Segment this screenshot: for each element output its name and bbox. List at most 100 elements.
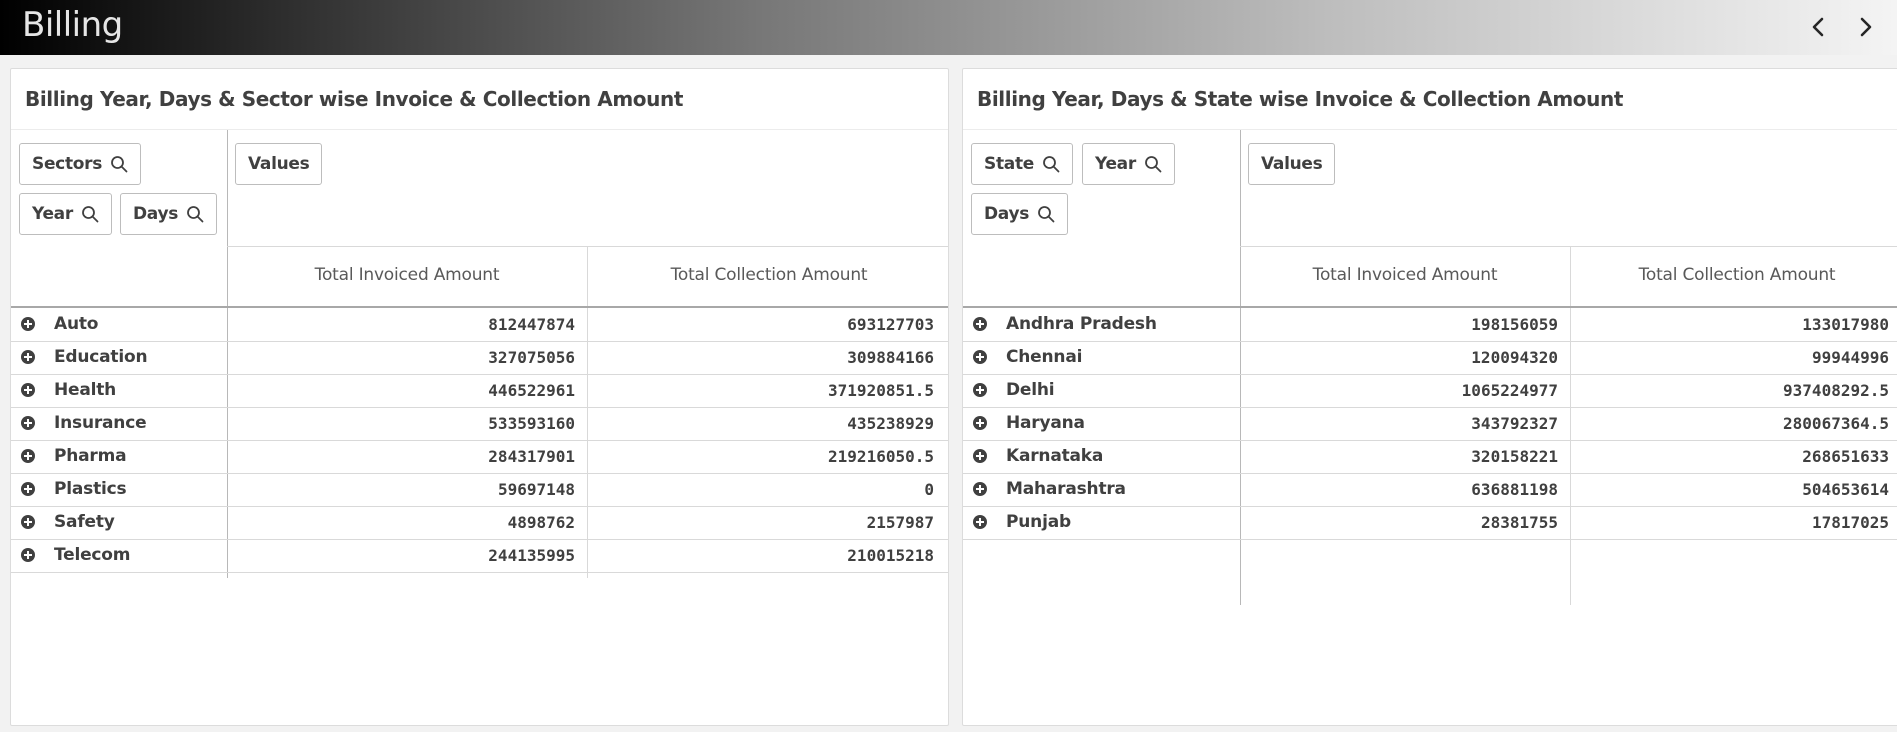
- column-header-total-invoiced[interactable]: Total Invoiced Amount: [1240, 265, 1570, 285]
- row-label[interactable]: Maharashtra: [1006, 479, 1126, 499]
- row-divider: [11, 572, 948, 573]
- collection-amount-cell: 268651633: [1802, 447, 1889, 466]
- table-row[interactable]: Health 446522961 371920851.5: [11, 374, 948, 407]
- invoiced-amount-cell: 327075056: [488, 348, 575, 367]
- panel-title: Billing Year, Days & State wise Invoice …: [977, 87, 1623, 111]
- invoiced-amount-cell: 1065224977: [1461, 381, 1558, 400]
- expand-plus-icon[interactable]: [972, 514, 988, 530]
- invoiced-amount-cell: 120094320: [1471, 348, 1558, 367]
- expand-plus-icon[interactable]: [972, 481, 988, 497]
- divider: [963, 129, 1897, 130]
- invoiced-amount-cell: 320158221: [1471, 447, 1558, 466]
- sector-pivot-table-panel: Billing Year, Days & Sector wise Invoice…: [10, 68, 949, 726]
- chevron-left-icon: [1812, 17, 1824, 37]
- app-title: Billing: [22, 5, 123, 45]
- row-label[interactable]: Punjab: [1006, 512, 1071, 532]
- expand-plus-icon[interactable]: [20, 481, 36, 497]
- values-chip[interactable]: Values: [1248, 143, 1336, 185]
- expand-plus-icon[interactable]: [20, 448, 36, 464]
- chevron-right-icon: [1860, 17, 1872, 37]
- collection-amount-cell: 219216050.5: [828, 447, 934, 466]
- table-row[interactable]: Haryana 343792327 280067364.5: [963, 407, 1897, 440]
- row-label[interactable]: Plastics: [54, 479, 127, 499]
- row-label[interactable]: Telecom: [54, 545, 130, 565]
- values-chip[interactable]: Values: [235, 143, 323, 185]
- table-row[interactable]: Telecom 244135995 210015218: [11, 539, 948, 572]
- sectors-dimension-chip[interactable]: Sectors: [19, 143, 142, 185]
- chip-label: Year: [1095, 154, 1136, 174]
- table-row[interactable]: Andhra Pradesh 198156059 133017980: [963, 308, 1897, 341]
- collection-amount-cell: 2157987: [866, 513, 934, 532]
- expand-plus-icon[interactable]: [972, 448, 988, 464]
- app-header: Billing: [0, 0, 1897, 55]
- chip-label: Days: [984, 204, 1030, 224]
- next-sheet-button[interactable]: [1848, 10, 1884, 44]
- row-label[interactable]: Pharma: [54, 446, 127, 466]
- search-icon[interactable]: [186, 205, 204, 223]
- collection-amount-cell: 133017980: [1802, 315, 1889, 334]
- expand-plus-icon[interactable]: [20, 349, 36, 365]
- collection-amount-cell: 309884166: [847, 348, 934, 367]
- chip-label: Year: [32, 204, 73, 224]
- collection-amount-cell: 435238929: [847, 414, 934, 433]
- expand-plus-icon[interactable]: [972, 316, 988, 332]
- collection-amount-cell: 937408292.5: [1783, 381, 1889, 400]
- chip-label: State: [984, 154, 1034, 174]
- table-row[interactable]: Punjab 28381755 17817025: [963, 506, 1897, 539]
- expand-plus-icon[interactable]: [20, 415, 36, 431]
- invoiced-amount-cell: 4898762: [507, 513, 575, 532]
- table-row[interactable]: Delhi 1065224977 937408292.5: [963, 374, 1897, 407]
- row-label[interactable]: Andhra Pradesh: [1006, 314, 1157, 334]
- table-row[interactable]: Auto 812447874 693127703: [11, 308, 948, 341]
- column-header-total-invoiced[interactable]: Total Invoiced Amount: [227, 265, 587, 285]
- table-row[interactable]: Karnataka 320158221 268651633: [963, 440, 1897, 473]
- row-label[interactable]: Insurance: [54, 413, 147, 433]
- collection-amount-cell: 280067364.5: [1783, 414, 1889, 433]
- table-row[interactable]: Pharma 284317901 219216050.5: [11, 440, 948, 473]
- search-icon[interactable]: [81, 205, 99, 223]
- expand-plus-icon[interactable]: [972, 382, 988, 398]
- expand-plus-icon[interactable]: [972, 415, 988, 431]
- row-label[interactable]: Karnataka: [1006, 446, 1103, 466]
- row-label[interactable]: Auto: [54, 314, 98, 334]
- table-row[interactable]: Maharashtra 636881198 504653614: [963, 473, 1897, 506]
- invoiced-amount-cell: 533593160: [488, 414, 575, 433]
- expand-plus-icon[interactable]: [20, 316, 36, 332]
- expand-plus-icon[interactable]: [20, 514, 36, 530]
- search-icon[interactable]: [110, 155, 128, 173]
- search-icon[interactable]: [1042, 155, 1060, 173]
- chip-label: Values: [248, 154, 310, 174]
- year-dimension-chip[interactable]: Year: [1082, 143, 1175, 185]
- table-row[interactable]: Chennai 120094320 99944996: [963, 341, 1897, 374]
- panel-title: Billing Year, Days & Sector wise Invoice…: [25, 87, 683, 111]
- column-header-total-collection[interactable]: Total Collection Amount: [588, 265, 948, 285]
- row-label[interactable]: Haryana: [1006, 413, 1085, 433]
- row-label[interactable]: Chennai: [1006, 347, 1082, 367]
- state-dimension-chip[interactable]: State: [971, 143, 1073, 185]
- row-label[interactable]: Delhi: [1006, 380, 1055, 400]
- year-dimension-chip[interactable]: Year: [19, 193, 112, 235]
- expand-plus-icon[interactable]: [972, 349, 988, 365]
- invoiced-amount-cell: 244135995: [488, 546, 575, 565]
- table-row[interactable]: Plastics 59697148 0: [11, 473, 948, 506]
- collection-amount-cell: 210015218: [847, 546, 934, 565]
- invoiced-amount-cell: 812447874: [488, 315, 575, 334]
- column-header-total-collection[interactable]: Total Collection Amount: [1571, 265, 1897, 285]
- search-icon[interactable]: [1037, 205, 1055, 223]
- days-dimension-chip[interactable]: Days: [971, 193, 1069, 235]
- invoiced-amount-cell: 28381755: [1480, 513, 1558, 532]
- chip-label: Values: [1261, 154, 1323, 174]
- expand-plus-icon[interactable]: [20, 547, 36, 563]
- row-label[interactable]: Health: [54, 380, 116, 400]
- search-icon[interactable]: [1144, 155, 1162, 173]
- invoiced-amount-cell: 446522961: [488, 381, 575, 400]
- expand-plus-icon[interactable]: [20, 382, 36, 398]
- invoiced-amount-cell: 284317901: [488, 447, 575, 466]
- table-row[interactable]: Safety 4898762 2157987: [11, 506, 948, 539]
- previous-sheet-button[interactable]: [1800, 10, 1836, 44]
- table-row[interactable]: Insurance 533593160 435238929: [11, 407, 948, 440]
- table-row[interactable]: Education 327075056 309884166: [11, 341, 948, 374]
- row-label[interactable]: Safety: [54, 512, 115, 532]
- days-dimension-chip[interactable]: Days: [120, 193, 218, 235]
- row-label[interactable]: Education: [54, 347, 148, 367]
